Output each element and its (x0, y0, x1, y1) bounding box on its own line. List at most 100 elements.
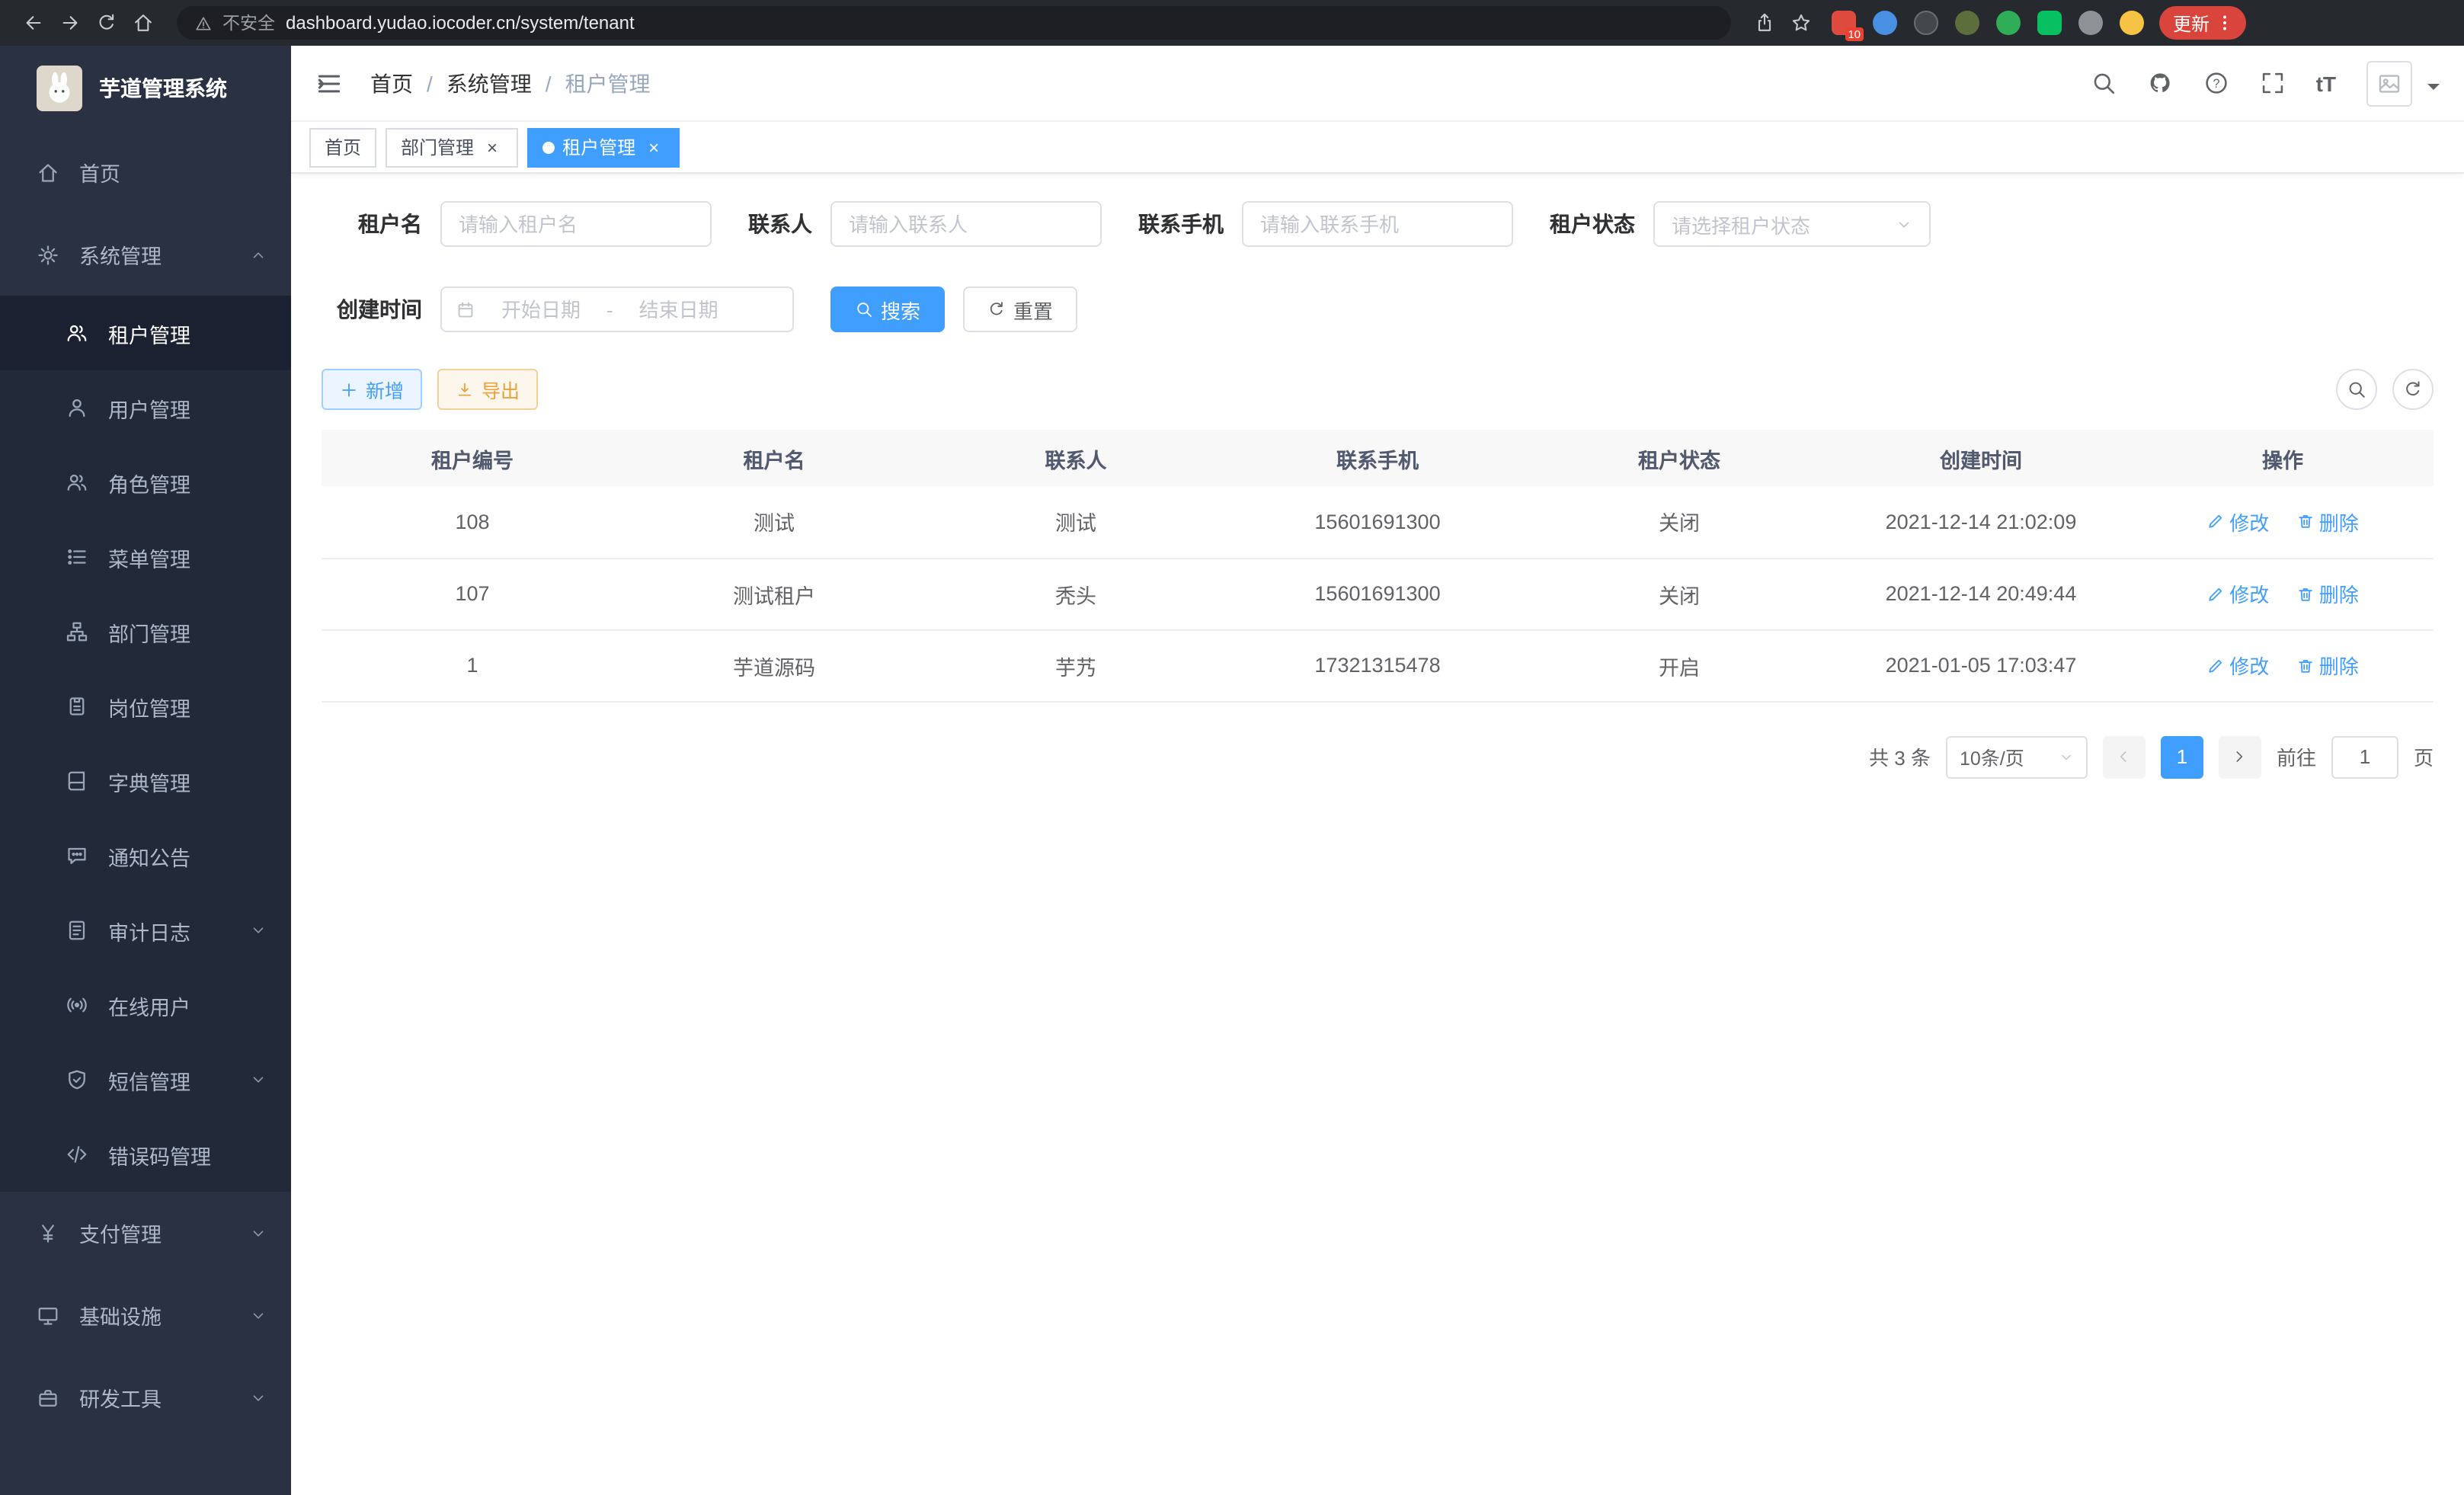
page-number-current[interactable]: 1 (2161, 735, 2203, 778)
next-page-button[interactable] (2219, 735, 2261, 778)
extension-icon[interactable] (2078, 11, 2103, 35)
signal-icon (64, 994, 88, 1016)
sidebar-item-dict[interactable]: 字典管理 (0, 744, 291, 818)
browser-home-icon[interactable] (125, 5, 162, 41)
logo-rabbit-image (37, 66, 82, 111)
add-button[interactable]: 新增 (322, 369, 422, 410)
avatar[interactable] (2366, 60, 2412, 106)
book-icon (64, 770, 88, 792)
sidebar-item-payment[interactable]: 支付管理 (0, 1192, 291, 1274)
download-icon (456, 380, 474, 399)
home-icon (35, 161, 59, 184)
tags-view: 首页 部门管理 租户管理 (291, 122, 2464, 174)
delete-button[interactable]: 删除 (2296, 651, 2359, 680)
create-time-label: 创建时间 (322, 294, 422, 325)
avatar-dropdown-caret-icon[interactable] (2427, 84, 2440, 96)
table-toolbar: 新增 导出 (322, 369, 2434, 410)
search-button[interactable]: 搜索 (830, 287, 945, 332)
reset-button-label: 重置 (1013, 295, 1053, 324)
prev-page-button[interactable] (2103, 735, 2146, 778)
close-icon[interactable] (482, 136, 503, 158)
tag-home[interactable]: 首页 (309, 127, 376, 167)
sidebar-toggle-icon[interactable] (315, 69, 343, 97)
menu-list-icon (64, 546, 88, 568)
search-icon[interactable] (2091, 70, 2117, 96)
trash-icon (2296, 656, 2315, 674)
filter-row-2: 创建时间 - 搜索 重置 (322, 287, 2434, 332)
edit-button[interactable]: 修改 (2206, 651, 2269, 680)
sidebar-item-online-users[interactable]: 在线用户 (0, 968, 291, 1042)
breadcrumb-item[interactable]: 首页 (370, 68, 413, 98)
goto-page-input[interactable] (2331, 735, 2398, 778)
contact-input[interactable] (830, 201, 1102, 247)
cell-phone: 17321315478 (1227, 629, 1528, 701)
sidebar-item-role[interactable]: 角色管理 (0, 445, 291, 520)
chevron-down-icon (250, 1307, 267, 1324)
sidebar-item-user[interactable]: 用户管理 (0, 370, 291, 445)
page-size-select[interactable]: 10条/页 (1946, 735, 2088, 778)
sidebar-item-menu[interactable]: 菜单管理 (0, 520, 291, 594)
extension-icon[interactable] (1914, 11, 1938, 35)
tag-tenant[interactable]: 租户管理 (527, 127, 680, 167)
refresh-icon (2403, 379, 2423, 399)
edit-button[interactable]: 修改 (2206, 579, 2269, 608)
calendar-icon (456, 299, 475, 319)
extension-icon[interactable]: 10 (1832, 11, 1856, 35)
address-bar[interactable]: 不安全 dashboard.yudao.iocoder.cn/system/te… (177, 6, 1731, 40)
extension-icon[interactable] (2037, 11, 2062, 35)
tenant-name-input[interactable] (440, 201, 712, 247)
browser-back-icon[interactable] (15, 5, 52, 41)
sidebar-item-dev-tools[interactable]: 研发工具 (0, 1356, 291, 1439)
sidebar-item-infrastructure[interactable]: 基础设施 (0, 1274, 291, 1356)
tenant-status-select[interactable]: 请选择租户状态 (1653, 201, 1931, 247)
tag-dept[interactable]: 部门管理 (386, 127, 518, 167)
browser-refresh-icon[interactable] (88, 5, 125, 41)
sidebar-item-home[interactable]: 首页 (0, 131, 291, 213)
app-logo[interactable]: 芋道管理系统 (0, 46, 291, 131)
bookmark-star-icon[interactable] (1783, 5, 1819, 41)
sidebar-item-post[interactable]: 岗位管理 (0, 669, 291, 744)
sidebar-item-tenant[interactable]: 租户管理 (0, 296, 291, 370)
fullscreen-icon[interactable] (2260, 70, 2286, 96)
sidebar-item-system[interactable]: 系统管理 (0, 213, 291, 296)
export-button[interactable]: 导出 (437, 369, 538, 410)
close-icon[interactable] (643, 136, 664, 158)
extension-icon[interactable] (1873, 11, 1897, 35)
table-row: 107 测试租户 秃头 15601691300 关闭 2021-12-14 20… (322, 558, 2434, 629)
delete-button[interactable]: 删除 (2296, 579, 2359, 608)
search-icon (855, 300, 873, 319)
chevron-down-icon (250, 922, 267, 939)
delete-button[interactable]: 删除 (2296, 507, 2359, 536)
extension-icon[interactable] (1996, 11, 2021, 35)
breadcrumb-item-current: 租户管理 (565, 68, 651, 98)
column-header: 租户编号 (322, 430, 623, 486)
sidebar-item-label: 菜单管理 (108, 542, 190, 572)
edit-button[interactable]: 修改 (2206, 507, 2269, 536)
cell-tenant-name: 芋道源码 (623, 629, 925, 701)
sidebar-item-label: 字典管理 (108, 766, 190, 796)
phone-input[interactable] (1242, 201, 1513, 247)
sidebar-item-audit-log[interactable]: 审计日志 (0, 893, 291, 968)
breadcrumb-separator: / (427, 71, 433, 95)
browser-update-button[interactable]: 更新 (2159, 6, 2246, 40)
date-range-picker[interactable]: - (440, 287, 794, 332)
extension-icon[interactable] (1955, 11, 1979, 35)
refresh-table-button[interactable] (2392, 369, 2434, 410)
start-date-input[interactable] (482, 298, 600, 321)
end-date-input[interactable] (619, 298, 738, 321)
breadcrumb-item[interactable]: 系统管理 (446, 68, 532, 98)
github-icon[interactable] (2147, 70, 2173, 96)
share-icon[interactable] (1746, 5, 1783, 41)
toggle-search-button[interactable] (2336, 369, 2377, 410)
font-size-icon[interactable]: tT (2316, 71, 2336, 95)
sidebar-item-error-code[interactable]: 错误码管理 (0, 1117, 291, 1192)
help-icon[interactable]: ? (2203, 70, 2229, 96)
phone-label: 联系手机 (1138, 209, 1224, 239)
reset-button[interactable]: 重置 (963, 287, 1077, 332)
browser-forward-icon[interactable] (52, 5, 88, 41)
extension-icon[interactable] (2120, 11, 2144, 35)
sidebar-item-sms[interactable]: 短信管理 (0, 1042, 291, 1117)
sidebar-item-notice[interactable]: 通知公告 (0, 818, 291, 893)
sidebar-item-label: 审计日志 (108, 915, 190, 946)
sidebar-item-dept[interactable]: 部门管理 (0, 594, 291, 669)
